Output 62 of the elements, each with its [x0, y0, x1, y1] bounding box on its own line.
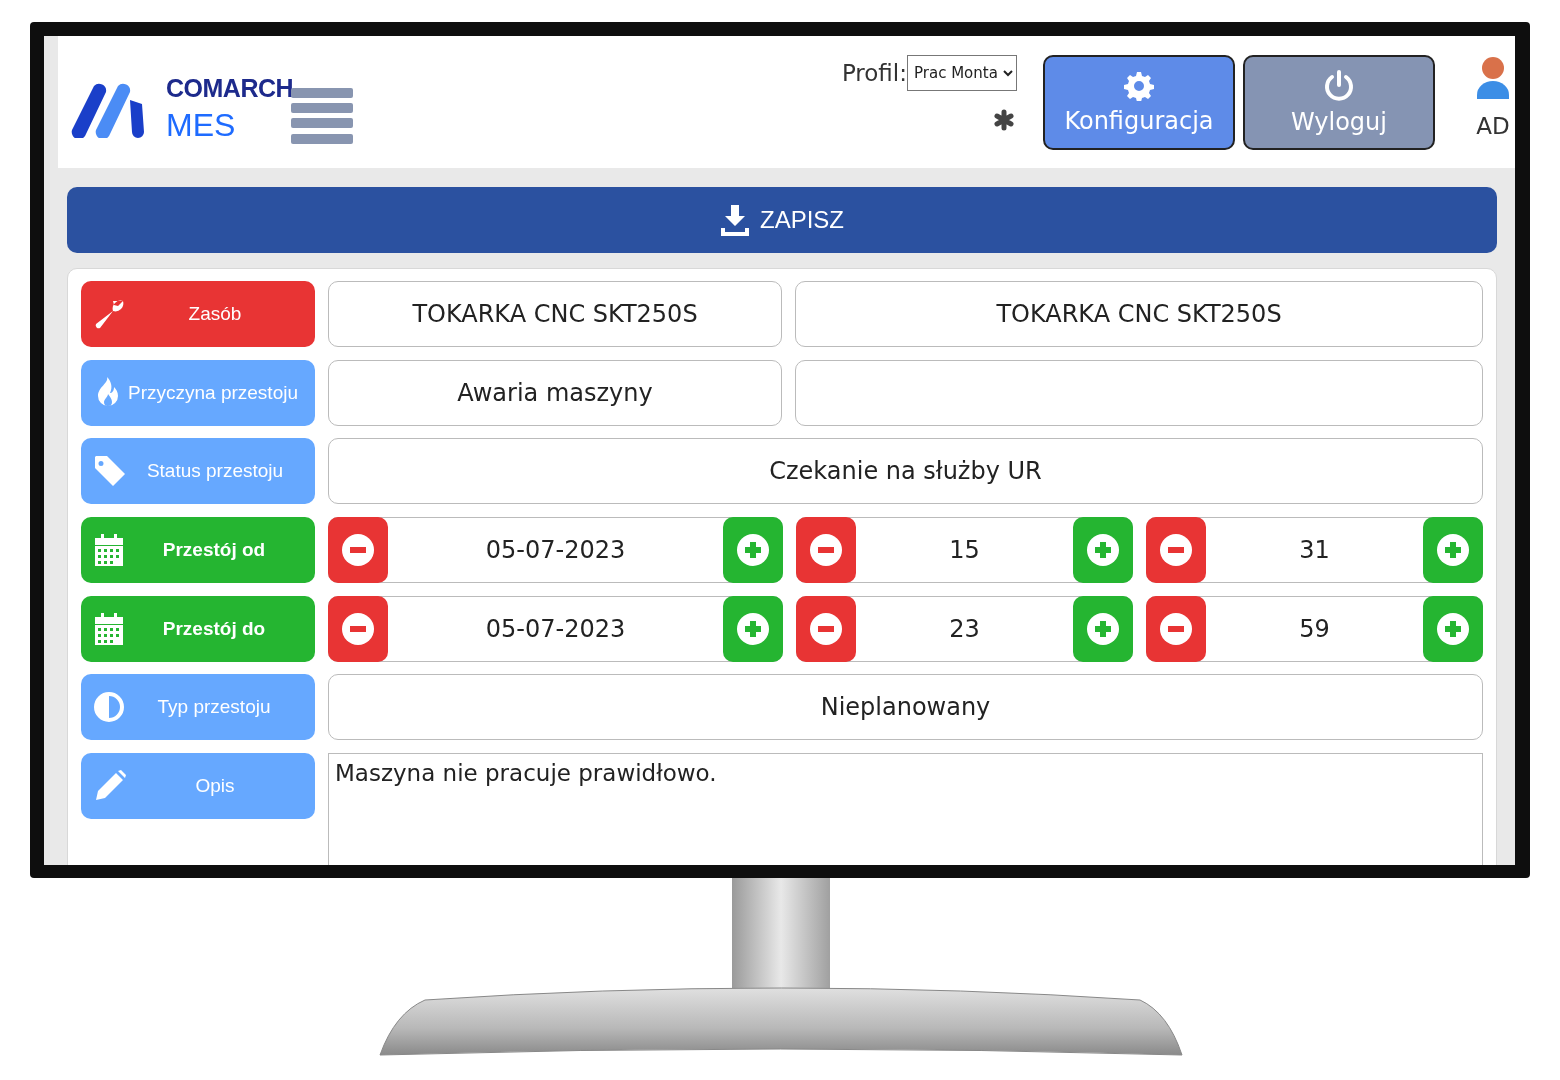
decrement-button[interactable]: [328, 595, 388, 662]
value-field[interactable]: TOKARKA CNC SKT250S: [328, 281, 782, 347]
field-label-button[interactable]: Typ przestoju: [81, 674, 315, 741]
calendar-icon: [93, 611, 125, 646]
profile-select[interactable]: Prac Monta: [907, 55, 1017, 91]
field-label-button[interactable]: Przestój do: [81, 595, 315, 662]
logout-button[interactable]: Wyloguj: [1243, 55, 1435, 150]
increment-button[interactable]: [1423, 595, 1483, 662]
plus-circle-icon: [1437, 534, 1469, 567]
description-textarea[interactable]: Maszyna nie pracuje prawidłowo.: [328, 753, 1483, 865]
user-avatar-icon: [1476, 55, 1510, 99]
increment-button[interactable]: [1073, 595, 1133, 662]
stepper-value: 31: [1298, 535, 1331, 567]
asterisk-icon[interactable]: [993, 109, 1015, 131]
save-button[interactable]: ZAPISZ: [67, 187, 1497, 253]
logo-wordmark: COMARCH: [166, 74, 294, 103]
calendar-icon: [93, 533, 125, 568]
half-circle-icon: [93, 691, 125, 724]
gear-icon: [1124, 70, 1154, 101]
menu-icon[interactable]: [291, 88, 354, 144]
stepper-value: 05-07-2023: [484, 535, 627, 567]
decrement-button[interactable]: [1146, 595, 1206, 662]
plus-circle-icon: [737, 534, 769, 567]
tag-icon: [93, 454, 127, 489]
power-icon: [1323, 69, 1355, 102]
increment-button[interactable]: [723, 595, 783, 662]
field-label-button[interactable]: Przestój od: [81, 517, 315, 584]
value-field[interactable]: Czekanie na służby UR: [328, 438, 1483, 505]
stepper-value: 23: [948, 613, 981, 645]
user-initials: AD: [1476, 113, 1510, 139]
configuration-button[interactable]: Konfiguracja: [1043, 55, 1235, 150]
minus-circle-icon: [342, 612, 374, 645]
stepper-value: 05-07-2023: [484, 613, 627, 645]
field-label-button[interactable]: Opis: [81, 753, 315, 820]
field-label-button[interactable]: Przyczyna przestoju: [81, 359, 315, 426]
profile-label: Profil:: [841, 60, 907, 86]
field-label-button[interactable]: Zasób: [81, 281, 315, 347]
increment-button[interactable]: [723, 517, 783, 584]
minus-circle-icon: [810, 612, 842, 645]
increment-button[interactable]: [1073, 517, 1133, 584]
minus-circle-icon: [1160, 534, 1192, 567]
value-field[interactable]: [795, 359, 1483, 426]
value-field[interactable]: TOKARKA CNC SKT250S: [795, 281, 1483, 347]
value-field[interactable]: Awaria maszyny: [328, 359, 782, 426]
minus-circle-icon: [1160, 612, 1192, 645]
increment-button[interactable]: [1423, 517, 1483, 584]
field-label-button[interactable]: Status przestoju: [81, 438, 315, 505]
stepper-value: 59: [1298, 613, 1331, 645]
minus-circle-icon: [342, 534, 374, 567]
decrement-button[interactable]: [796, 595, 856, 662]
stepper-value: 15: [948, 535, 981, 567]
plus-circle-icon: [1087, 534, 1119, 567]
minus-circle-icon: [810, 534, 842, 567]
plus-circle-icon: [1087, 612, 1119, 645]
value-field[interactable]: Nieplanowany: [328, 674, 1483, 741]
plus-circle-icon: [1437, 612, 1469, 645]
logo-product-name: MES: [166, 107, 237, 144]
download-icon: [720, 204, 750, 236]
decrement-button[interactable]: [328, 517, 388, 584]
decrement-button[interactable]: [1146, 517, 1206, 584]
decrement-button[interactable]: [796, 517, 856, 584]
plus-circle-icon: [737, 612, 769, 645]
